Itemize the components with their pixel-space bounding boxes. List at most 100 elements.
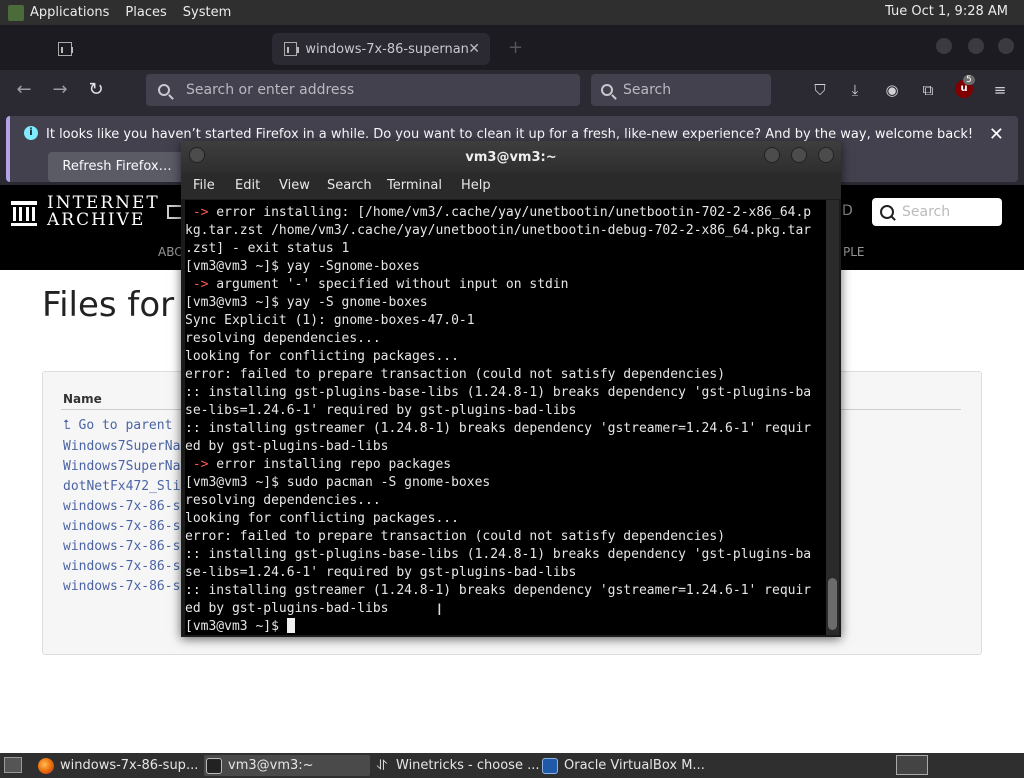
bottom-taskbar: windows-7x-86-sup... vm3@vm3:~ ⥯ Winetri… <box>0 753 1024 778</box>
info-icon: i <box>24 126 38 140</box>
file-link[interactable]: windows-7x-86-s <box>63 499 180 514</box>
applications-menu-icon[interactable] <box>8 4 24 21</box>
taskbar-label: Oracle VirtualBox M... <box>564 758 705 773</box>
pocket-icon[interactable]: ⛉ <box>810 80 830 100</box>
search-bar-placeholder: Search <box>623 82 672 98</box>
desktop: { "top_panel": { "menus": ["Applications… <box>0 0 1024 778</box>
forward-arrow-icon[interactable]: → <box>48 78 72 102</box>
firefox-icon <box>38 757 54 774</box>
places-menu[interactable]: Places <box>119 5 172 20</box>
search-icon <box>880 205 894 219</box>
workspace-switcher[interactable] <box>896 755 928 775</box>
terminal-line: se-libs=1.24.6-1' required by gst-plugin… <box>185 402 576 420</box>
terminal-line-text: argument '-' specified without input on … <box>208 277 569 292</box>
terminal-line-text: .zst] - exit status 1 <box>185 241 350 256</box>
terminal-titlebar[interactable]: vm3@vm3:~ <box>181 141 841 173</box>
taskbar-item-terminal[interactable]: vm3@vm3:~ <box>204 755 370 776</box>
menu-view[interactable]: View <box>279 178 310 193</box>
terminal-minimize-button[interactable] <box>764 147 780 163</box>
menu-edit[interactable]: Edit <box>235 178 260 193</box>
notification-message: It looks like you haven’t started Firefo… <box>46 127 974 142</box>
terminal-scrollbar-thumb[interactable] <box>828 578 837 630</box>
terminal-line: :: installing gst-plugins-base-libs (1.2… <box>185 546 811 564</box>
archive-search-input[interactable]: Search <box>872 198 1002 226</box>
file-link[interactable]: windows-7x-86-s <box>63 539 180 554</box>
terminal-line-text: [vm3@vm3 ~]$ <box>185 619 287 634</box>
terminal-line: [vm3@vm3 ~]$ yay -S gnome-boxes <box>185 294 428 312</box>
file-link[interactable]: windows-7x-86-s <box>63 559 180 574</box>
search-icon <box>158 84 170 96</box>
tab-active[interactable]: windows-7x-86-supernano ✕ <box>272 33 490 65</box>
terminal-close-button[interactable] <box>818 147 834 163</box>
terminal-output[interactable]: -> error installing: [/home/vm3/.cache/y… <box>185 200 826 635</box>
applications-menu[interactable]: Applications <box>24 5 115 20</box>
firefox-toolbar: ← → ↻ Search or enter address Search ⛉ ⤓… <box>0 70 1024 110</box>
tab-close-icon[interactable]: ✕ <box>468 41 480 57</box>
terminal-window[interactable]: vm3@vm3:~ File Edit View Search Terminal… <box>181 141 841 637</box>
terminal-line-text: ed by gst-plugins-bad-libs <box>185 439 389 454</box>
tab-inactive[interactable] <box>46 33 246 65</box>
terminal-line-text: ed by gst-plugins-bad-libs <box>185 601 389 616</box>
file-link[interactable]: dotNetFx472_Sli <box>63 479 180 494</box>
search-icon <box>601 84 613 96</box>
file-link[interactable]: Windows7SuperNa <box>63 459 180 474</box>
refresh-firefox-button[interactable]: Refresh Firefox… <box>48 152 186 182</box>
file-link[interactable]: windows-7x-86-s <box>63 519 180 534</box>
extensions-icon[interactable]: ⧉ <box>918 80 938 100</box>
terminal-cursor <box>286 618 295 633</box>
nav-people-fragment[interactable]: PLE <box>843 245 865 259</box>
archive-logo-text[interactable]: INTERNET ARCHIVE <box>47 195 160 229</box>
terminal-line-text: error: failed to prepare transaction (co… <box>185 529 726 544</box>
archive-favicon-icon <box>58 42 73 56</box>
nav-d-fragment[interactable]: D <box>842 203 853 219</box>
back-arrow-icon[interactable]: ← <box>12 78 36 102</box>
menu-help[interactable]: Help <box>461 178 491 193</box>
archive-logo-icon[interactable] <box>10 199 38 227</box>
nav-about-fragment[interactable]: ABO <box>158 245 184 259</box>
taskbar-item-firefox[interactable]: windows-7x-86-sup... <box>38 755 198 776</box>
archive-favicon-icon <box>284 42 300 56</box>
menu-terminal[interactable]: Terminal <box>387 178 442 193</box>
column-header-name[interactable]: Name <box>63 392 102 406</box>
show-desktop-icon[interactable] <box>4 757 22 773</box>
terminal-maximize-button[interactable] <box>791 147 807 163</box>
url-bar[interactable]: Search or enter address <box>146 74 580 106</box>
taskbar-item-virtualbox[interactable]: Oracle VirtualBox M... <box>542 755 705 776</box>
terminal-line: [vm3@vm3 ~]$ sudo pacman -S gnome-boxes <box>185 474 490 492</box>
account-icon[interactable]: ◉ <box>882 80 902 100</box>
file-link[interactable]: Windows7SuperNa <box>63 439 180 454</box>
system-menu[interactable]: System <box>177 5 237 20</box>
menu-search[interactable]: Search <box>327 178 372 193</box>
window-maximize-button[interactable] <box>968 38 984 54</box>
terminal-icon <box>206 757 222 774</box>
close-icon[interactable]: ✕ <box>989 124 1004 145</box>
terminal-line: Sync Explicit (1): gnome-boxes-47.0-1 <box>185 312 475 330</box>
terminal-line-text: error installing repo packages <box>208 457 452 472</box>
terminal-line-text: se-libs=1.24.6-1' required by gst-plugin… <box>185 403 577 418</box>
window-close-button[interactable] <box>998 38 1014 54</box>
file-link[interactable]: windows-7x-86-s <box>63 579 180 594</box>
terminal-line-text: [vm3@vm3 ~]$ yay -Sgnome-boxes <box>185 259 420 274</box>
text-cursor-icon: I <box>437 600 442 619</box>
search-bar[interactable]: Search <box>591 74 771 106</box>
terminal-line-text: se-libs=1.24.6-1' required by gst-plugin… <box>185 565 577 580</box>
parent-directory-link[interactable]: ⮤ Go to parent <box>63 418 172 433</box>
ublock-count-badge: 5 <box>963 75 975 85</box>
firefox-tab-strip: windows-7x-86-supernano ✕ + <box>0 25 1024 70</box>
app-menu-icon[interactable]: ≡ <box>990 80 1010 100</box>
terminal-line: :: installing gstreamer (1.24.8-1) break… <box>185 420 811 438</box>
menu-file[interactable]: File <box>193 178 215 193</box>
taskbar-item-winetricks[interactable]: ⥯ Winetricks - choose ... <box>374 755 540 776</box>
terminal-line: se-libs=1.24.6-1' required by gst-plugin… <box>185 564 576 582</box>
clock[interactable]: Tue Oct 1, 9:28 AM <box>885 4 1008 19</box>
reload-icon[interactable]: ↻ <box>84 78 108 102</box>
downloads-icon[interactable]: ⤓ <box>845 80 865 100</box>
new-tab-icon[interactable]: + <box>508 37 523 58</box>
logo-line-2: ARCHIVE <box>47 210 146 230</box>
error-arrow: -> <box>185 205 209 220</box>
terminal-scrollbar[interactable] <box>826 200 839 635</box>
taskbar-label: windows-7x-86-sup... <box>60 758 199 773</box>
terminal-line: -> error installing repo packages <box>185 456 451 474</box>
terminal-line-text: resolving dependencies... <box>185 493 381 508</box>
window-minimize-button[interactable] <box>936 38 952 54</box>
